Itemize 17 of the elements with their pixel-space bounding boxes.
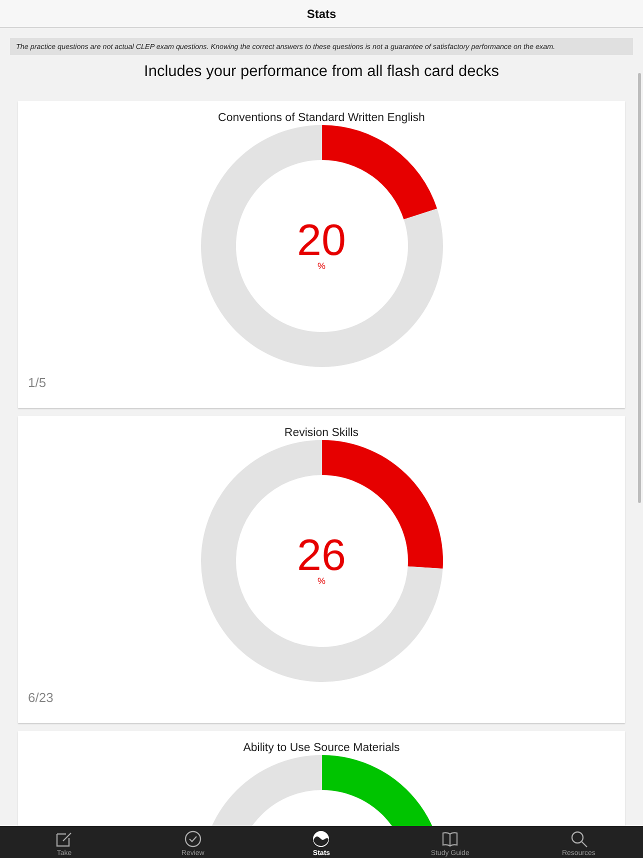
answer-count: 6/23	[28, 690, 54, 705]
percent-sign: %	[317, 261, 326, 271]
book-icon	[441, 830, 460, 848]
stats-icon	[312, 830, 330, 848]
percent-sign: %	[317, 576, 326, 586]
edit-icon	[55, 830, 74, 848]
percent-value: 26	[297, 536, 346, 576]
check-circle-icon	[184, 830, 202, 848]
card-title: Conventions of Standard Written English	[218, 112, 425, 124]
card-title: Ability to Use Source Materials	[243, 742, 400, 754]
page-heading: Includes your performance from all flash card decks	[143, 63, 500, 81]
answer-count: 1/5	[28, 375, 46, 390]
nav-title: Stats	[306, 6, 336, 20]
scrollbar[interactable]	[638, 73, 641, 503]
percent-value: 20	[297, 221, 346, 261]
search-icon	[570, 830, 588, 848]
card-title: Revision Skills	[284, 427, 359, 439]
